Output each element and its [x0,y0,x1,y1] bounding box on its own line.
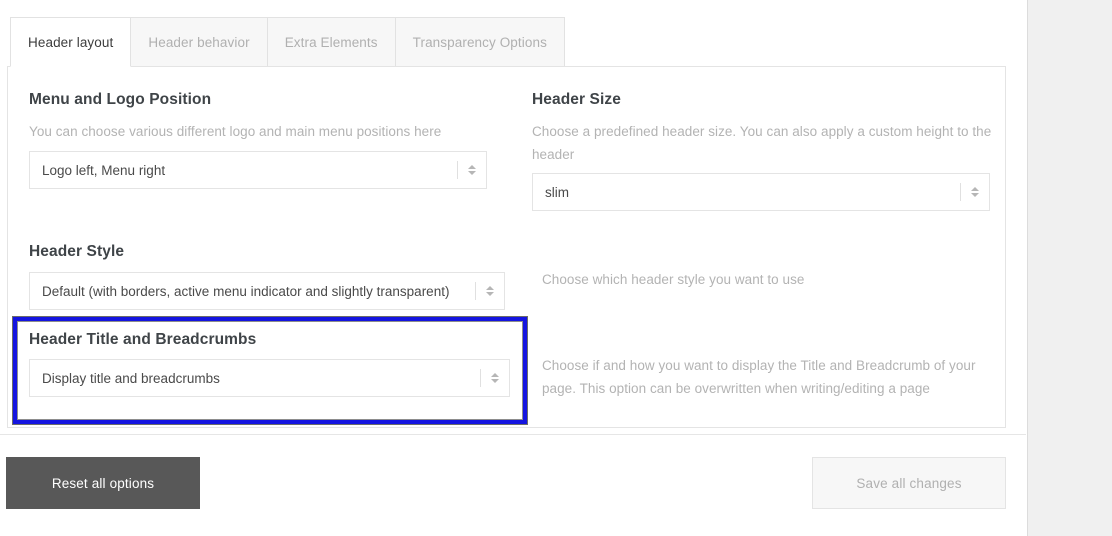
tab-header-layout-label: Header layout [28,34,114,50]
menu-logo-position-title: Menu and Logo Position [29,91,212,108]
header-style-value: Default (with borders, active menu indic… [42,283,450,299]
header-title-breadcrumbs-title: Header Title and Breadcrumbs [29,331,257,348]
tab-bar: Header layout Header behavior Extra Elem… [10,17,565,67]
chevron-up-down-icon[interactable] [481,373,509,383]
tab-header-behavior[interactable]: Header behavior [131,17,268,67]
chevron-up-down-icon[interactable] [476,286,504,296]
settings-screen: Header layout Header behavior Extra Elem… [0,0,1112,536]
save-all-changes-label: Save all changes [856,475,962,491]
header-title-breadcrumbs-description: Choose if and how you want to display th… [542,358,976,396]
tab-transparency-options[interactable]: Transparency Options [395,17,565,67]
menu-logo-position-value: Logo left, Menu right [42,162,166,178]
footer-divider [0,434,1026,435]
menu-logo-position-select[interactable]: Logo left, Menu right [29,151,487,189]
tab-extra-elements[interactable]: Extra Elements [267,17,396,67]
header-size-title: Header Size [532,91,621,108]
header-style-select[interactable]: Default (with borders, active menu indic… [29,272,505,310]
chevron-up-down-icon[interactable] [961,187,989,197]
highlight-annotation-box: Header Title and Breadcrumbs Display tit… [12,316,528,425]
tab-header-layout[interactable]: Header layout [10,17,132,67]
header-style-title: Header Style [29,243,125,260]
header-size-value: slim [545,184,569,200]
header-title-breadcrumbs-select[interactable]: Display title and breadcrumbs [29,359,510,397]
header-title-breadcrumbs-value: Display title and breadcrumbs [42,370,220,386]
tab-extra-elements-label: Extra Elements [284,34,378,50]
header-size-description: Choose a predefined header size. You can… [532,124,992,162]
reset-all-options-label: Reset all options [51,475,155,491]
page-background-gutter [1027,0,1112,536]
header-size-select[interactable]: slim [532,173,990,211]
tab-transparency-options-label: Transparency Options [412,34,547,50]
save-all-changes-button[interactable]: Save all changes [812,457,1006,509]
header-style-description: Choose which header style you want to us… [542,272,805,287]
chevron-up-down-icon[interactable] [458,165,486,175]
tab-header-behavior-label: Header behavior [148,34,250,50]
menu-logo-position-description: You can choose various different logo an… [29,124,442,139]
reset-all-options-button[interactable]: Reset all options [6,457,200,509]
